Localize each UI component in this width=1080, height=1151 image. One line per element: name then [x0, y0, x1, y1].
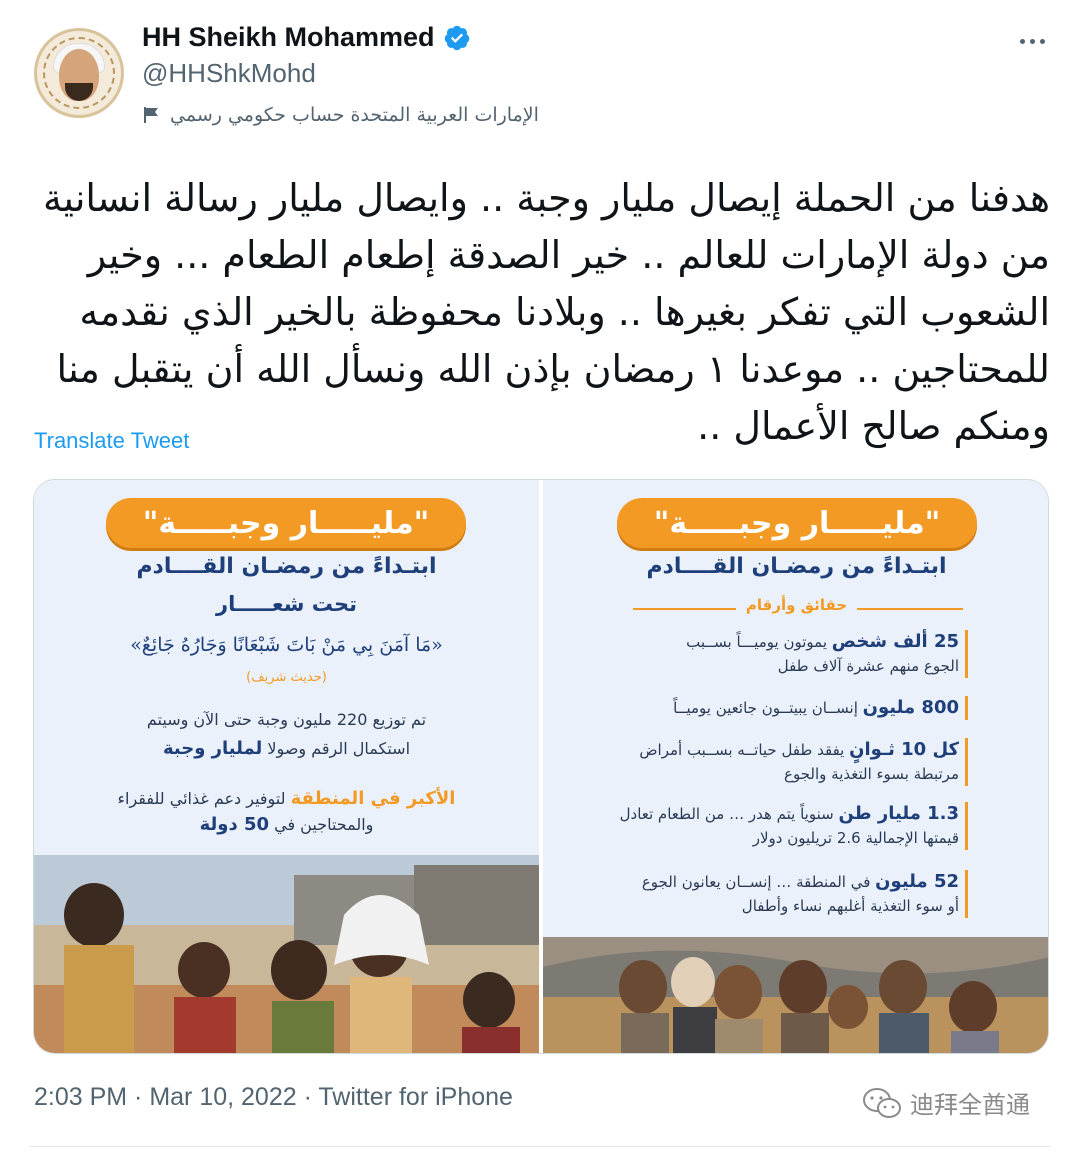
fact-number: 25 ألف شخص — [831, 631, 959, 652]
fact-item: كل 10 ثـوانٍ يفقد طفل حياتــه بســبب أمر… — [608, 738, 968, 786]
fact-text: يموتون يوميـــاً بســبب — [686, 633, 828, 651]
fact-text: سنوياً يتم هدر … من الطعام تعادل — [619, 805, 834, 823]
fact-text-line-2: أو سوء التغذية أغلبهم نساء وأطفال — [741, 897, 959, 915]
children-photo-left — [34, 855, 539, 1053]
campaign-title-pill: "مليـــــار وجبـــــة" — [617, 498, 977, 548]
author-handle[interactable]: @HHShkMohd — [142, 58, 316, 89]
tweet-text: هدفنا من الحملة إيصال مليار وجبة .. وايص… — [43, 176, 1050, 448]
government-label-text: الإمارات العربية المتحدة حساب حكومي رسمي — [170, 104, 539, 126]
region-line-2-prefix: والمحتاجين في — [274, 815, 374, 834]
fact-number: 52 مليون — [875, 871, 959, 892]
distribution-line-1: تم توزيع 220 مليون وجبة حتى الآن وسيتم — [146, 710, 427, 729]
more-options-button[interactable] — [1010, 26, 1054, 56]
fact-item: 25 ألف شخص يموتون يوميـــاً بســبب الجوع… — [608, 630, 968, 678]
wechat-watermark: 迪拜全酋通 — [862, 1085, 1030, 1120]
avatar[interactable] — [34, 28, 124, 118]
fact-item: 800 مليون إنســان يبيتــون جائعين يوميــ… — [608, 696, 968, 720]
author-name-row[interactable]: HH Sheikh Mohammed — [142, 22, 471, 53]
region-line-1: الأكبر في المنطقة لتوفير دعم غذائي للفقر… — [34, 788, 539, 809]
bottom-divider — [30, 1146, 1050, 1147]
hadith-text: «مَا آمَنَ بِي مَنْ بَاتَ شَبْعَانًا وَج… — [130, 634, 443, 656]
starting-ramadan-text: ابتـداءً من رمضـان القــــادم — [136, 554, 437, 579]
dot-icon — [1039, 38, 1045, 44]
region-line-1-bold: الأكبر في المنطقة — [290, 788, 456, 809]
fact-item: 52 مليون في المنطقة … إنســان يعانون الج… — [608, 870, 968, 918]
hadith-note: (حديث شريف) — [246, 670, 327, 685]
tweet-media[interactable]: "مليـــــار وجبـــــة" ابتـداءً من رمضـا… — [33, 479, 1049, 1054]
verified-badge-icon — [444, 25, 469, 50]
fact-text-line-2: مرتبطة بسوء التغذية والجوع — [784, 765, 959, 783]
tweet-header: HH Sheikh Mohammed @HHShkMohd الإمارات ا… — [30, 18, 1060, 138]
fact-text: في المنطقة … إنســان يعانون الجوع — [641, 873, 871, 891]
fact-text-line-2: الجوع منهم عشرة آلاف طفل — [777, 657, 959, 675]
distribution-line-2-bold: لمليار وجبة — [162, 738, 263, 759]
wechat-account-name: 迪拜全酋通 — [910, 1091, 1030, 1119]
dot-icon — [1019, 38, 1025, 44]
fact-number: كل 10 ثـوانٍ — [849, 739, 959, 760]
facts-heading: حقائق وأرقام — [735, 596, 858, 614]
campaign-title-pill: "مليـــــار وجبـــــة" — [106, 498, 466, 548]
author-display-name[interactable]: HH Sheikh Mohammed — [142, 22, 435, 53]
under-slogan-text: تحت شعـــــار — [216, 592, 357, 616]
fact-number: 1.3 مليار طن — [838, 803, 959, 824]
dot-icon — [1029, 38, 1035, 44]
wechat-icon — [863, 1087, 901, 1118]
region-line-2: والمحتاجين في 50 دولة — [34, 814, 539, 835]
children-photo-right — [543, 937, 1048, 1053]
region-line-1-rest: لتوفير دعم غذائي للفقراء — [117, 789, 286, 808]
government-label[interactable]: الإمارات العربية المتحدة حساب حكومي رسمي — [142, 104, 539, 126]
fact-text: يفقد طفل حياتــه بســبب أمراض — [639, 741, 845, 759]
fact-number: 800 مليون — [862, 697, 959, 718]
fact-text: إنســان يبيتــون جائعين يوميــاً — [673, 699, 858, 717]
media-image-left[interactable]: "مليـــــار وجبـــــة" ابتـداءً من رمضـا… — [34, 480, 539, 1053]
media-image-right[interactable]: "مليـــــار وجبـــــة" ابتـداءً من رمضـا… — [543, 480, 1048, 1053]
translate-tweet-link[interactable]: Translate Tweet — [34, 428, 189, 454]
distribution-line-2: استكمال الرقم وصولا لمليار وجبة — [34, 738, 539, 759]
distribution-line-2-prefix: استكمال الرقم وصولا — [267, 739, 411, 758]
starting-ramadan-text: ابتـداءً من رمضـان القــــادم — [646, 554, 947, 579]
fact-text-line-2: قيمتها الإجمالية 2.6 تريليون دولار — [752, 829, 959, 847]
flag-icon — [144, 107, 158, 123]
tweet-timestamp[interactable]: 2:03 PM · Mar 10, 2022 · Twitter for iPh… — [34, 1083, 513, 1112]
fact-item: 1.3 مليار طن سنوياً يتم هدر … من الطعام … — [608, 802, 968, 850]
region-line-2-bold: 50 دولة — [199, 814, 270, 835]
